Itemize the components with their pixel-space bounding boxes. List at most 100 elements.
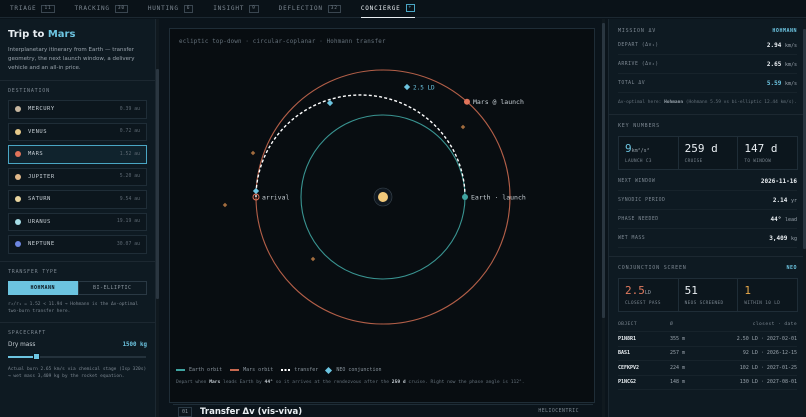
stat-unit: LD bbox=[644, 290, 651, 296]
tab-concierge[interactable]: CONCIERGE + bbox=[360, 0, 416, 18]
orbit-diagram: ecliptic top-down · circular-coplanar · … bbox=[169, 28, 595, 403]
transfer-section-tag: HELIOCENTRIC bbox=[538, 409, 579, 414]
kv-value: 5.59 km/s bbox=[767, 80, 797, 87]
neo-closest: 2.50 LD · 2027-02-01 bbox=[736, 335, 797, 342]
dry-mass-slider-thumb[interactable] bbox=[32, 352, 40, 360]
planet-dot-icon bbox=[15, 196, 21, 203]
tab-badge: 9 bbox=[249, 4, 259, 13]
destination-item-mars[interactable]: MARS 1.52 au bbox=[8, 145, 147, 164]
page-title-target: Mars bbox=[47, 29, 76, 40]
neo-marker-icon bbox=[326, 99, 334, 107]
neo-table-rows: P1N8R1 355 m 2.50 LD · 2027-02-01 BAS1 257 m… bbox=[618, 332, 797, 390]
stat-label: LAUNCH C3 bbox=[625, 159, 652, 164]
section-number: 01 bbox=[178, 406, 193, 417]
kv-number: 3,409 bbox=[769, 234, 788, 242]
center-scrollbar-thumb[interactable] bbox=[602, 23, 605, 318]
destination-item-uranus[interactable]: URANUS 19.19 au bbox=[8, 212, 147, 231]
destination-item-mercury[interactable]: MERCURY 0.39 au bbox=[8, 100, 147, 119]
depart-note-pre: Depart when bbox=[176, 380, 210, 385]
destination-item-venus[interactable]: VENUS 0.72 au bbox=[8, 122, 147, 141]
neo-object: CEFKPV2 bbox=[618, 364, 640, 371]
destination-list: MERCURY 0.39 au VENUS 0.72 au MARS 1.52 au JUP… bbox=[8, 100, 147, 254]
bi-elliptic-option[interactable]: BI-ELLIPTIC bbox=[77, 280, 147, 295]
tab-insight[interactable]: INSIGHT 9 bbox=[213, 0, 259, 18]
key-number-rows: NEXT WINDOW 2026-11-16 SYNODIC PERIOD 2.14… bbox=[618, 172, 797, 248]
hohmann-option[interactable]: HOHMANN bbox=[8, 280, 78, 295]
planet-dot-icon bbox=[15, 106, 21, 113]
page-title: Trip to Mars bbox=[8, 29, 147, 40]
tab-label: INSIGHT bbox=[213, 5, 245, 12]
orbit-svg: Earth · launch Mars @ launch arrival 2.5 LD bbox=[222, 69, 526, 325]
table-row[interactable]: P1N8R1 355 m 2.50 LD · 2027-02-01 bbox=[618, 332, 797, 347]
tab-triage[interactable]: TRIAGE 11 bbox=[10, 0, 55, 18]
tab-badge: + bbox=[405, 4, 416, 12]
kv-number: 2026-11-16 bbox=[760, 177, 797, 185]
spacecraft-note: Actual burn 2.65 km/s via chemical stage… bbox=[8, 366, 147, 379]
stat-value: 2.5LD bbox=[625, 284, 672, 297]
transfer-section-header[interactable]: 01 Transfer Δv (vis-viva) HELIOCENTRIC bbox=[173, 404, 593, 417]
destination-item-jupiter[interactable]: JUPITER 5.20 au bbox=[8, 167, 147, 186]
kv-unit: km/s bbox=[784, 80, 797, 87]
background-object-icon bbox=[310, 256, 316, 262]
stat-unit: km²/s² bbox=[631, 148, 650, 154]
depart-note-mars: Mars bbox=[209, 380, 221, 385]
stat-value: 259 d bbox=[685, 142, 732, 155]
neo-object: P1NCG2 bbox=[618, 379, 637, 386]
kv-key: WET MASS bbox=[618, 235, 646, 241]
page-title-prefix: Trip to bbox=[8, 29, 48, 40]
planet-dot-icon bbox=[15, 173, 21, 180]
destination-item-neptune[interactable]: NEPTUNE 30.07 au bbox=[8, 235, 147, 254]
tab-badge: 32 bbox=[327, 4, 341, 13]
left-scrollbar-thumb[interactable] bbox=[156, 69, 159, 299]
left-scrollbar[interactable] bbox=[156, 19, 159, 417]
kv-key: SYNODIC PERIOD bbox=[618, 197, 666, 203]
kv-value: 2.94 km/s bbox=[767, 42, 797, 49]
transfer-type-label: TRANSFER TYPE bbox=[8, 268, 58, 275]
transfer-note: r₂/r₁ = 1.52 < 11.94 → Hohmann is the Δv… bbox=[8, 301, 139, 314]
arrival-label: arrival bbox=[262, 194, 289, 202]
kv-value: 2.65 km/s bbox=[767, 61, 797, 68]
kv-row: NEXT WINDOW 2026-11-16 bbox=[618, 172, 797, 191]
planet-dot-icon bbox=[15, 128, 21, 135]
destination-item-saturn[interactable]: SATURN 9.54 au bbox=[8, 190, 147, 209]
table-row[interactable]: BAS1 257 m 92 LD · 2026-12-15 bbox=[618, 347, 797, 361]
earth-label: Earth · launch bbox=[471, 194, 526, 202]
background-object-icon bbox=[222, 202, 228, 208]
destination-name: MERCURY bbox=[28, 106, 55, 113]
tab-label: CONCIERGE bbox=[360, 4, 401, 12]
tab-hunting[interactable]: HUNTING 6 bbox=[148, 0, 194, 18]
planet-dot-icon bbox=[15, 218, 21, 225]
divider bbox=[0, 80, 155, 81]
diagram-legend: Earth orbit Mars orbit transfer NEO conj… bbox=[176, 366, 389, 374]
stat-tile: 51 NEOS SCREENED bbox=[677, 278, 739, 312]
neo-table: OBJECT Ø closest · date P1N8R1 355 m 2.50 … bbox=[618, 318, 797, 390]
destination-distance: 30.07 au bbox=[116, 241, 140, 247]
destination-distance: 1.52 au bbox=[119, 151, 140, 157]
depart-note-mid: leads Earth by bbox=[220, 380, 265, 385]
destination-distance: 9.54 au bbox=[119, 196, 140, 202]
conjunction-tiles: 2.5LD CLOSEST PASS 51 NEOS SCREENED 1 WITHIN … bbox=[618, 278, 799, 312]
dry-mass-slider-fill bbox=[8, 355, 36, 358]
divider bbox=[0, 321, 155, 323]
center-scrollbar[interactable] bbox=[602, 19, 605, 417]
tab-tracking[interactable]: TRACKING 30 bbox=[75, 0, 128, 18]
neo-diameter: 355 m bbox=[670, 335, 686, 342]
tab-deflection[interactable]: DEFLECTION 32 bbox=[279, 0, 341, 18]
depart-note-angle: 44° bbox=[264, 380, 273, 385]
tab-label: DEFLECTION bbox=[278, 5, 323, 12]
stat-value: 147 d bbox=[744, 142, 791, 155]
table-row[interactable]: CEFKPV2 224 m 102 LD · 2027-01-25 bbox=[618, 361, 797, 376]
mars-launch-label: Mars @ launch bbox=[473, 98, 524, 106]
dry-mass-slider[interactable] bbox=[8, 352, 146, 360]
legend-earth-swatch bbox=[176, 369, 185, 371]
stat-tile: 1 WITHIN 10 LD bbox=[737, 278, 799, 312]
stat-number: 9 bbox=[625, 142, 632, 155]
neo-diameter: 257 m bbox=[670, 350, 686, 357]
neo-table-header: OBJECT Ø closest · date bbox=[618, 318, 797, 332]
legend-mars-label: Mars orbit bbox=[243, 367, 274, 373]
tab-label: TRACKING bbox=[74, 5, 110, 12]
destination-distance: 5.20 au bbox=[119, 174, 140, 180]
mission-note: Δv-optimal here: Hohmann (Hohmann 5.59 v… bbox=[618, 99, 797, 106]
stat-number: 2.5 bbox=[625, 284, 645, 297]
table-row[interactable]: P1NCG2 148 m 130 LD · 2027-08-01 bbox=[618, 376, 797, 390]
